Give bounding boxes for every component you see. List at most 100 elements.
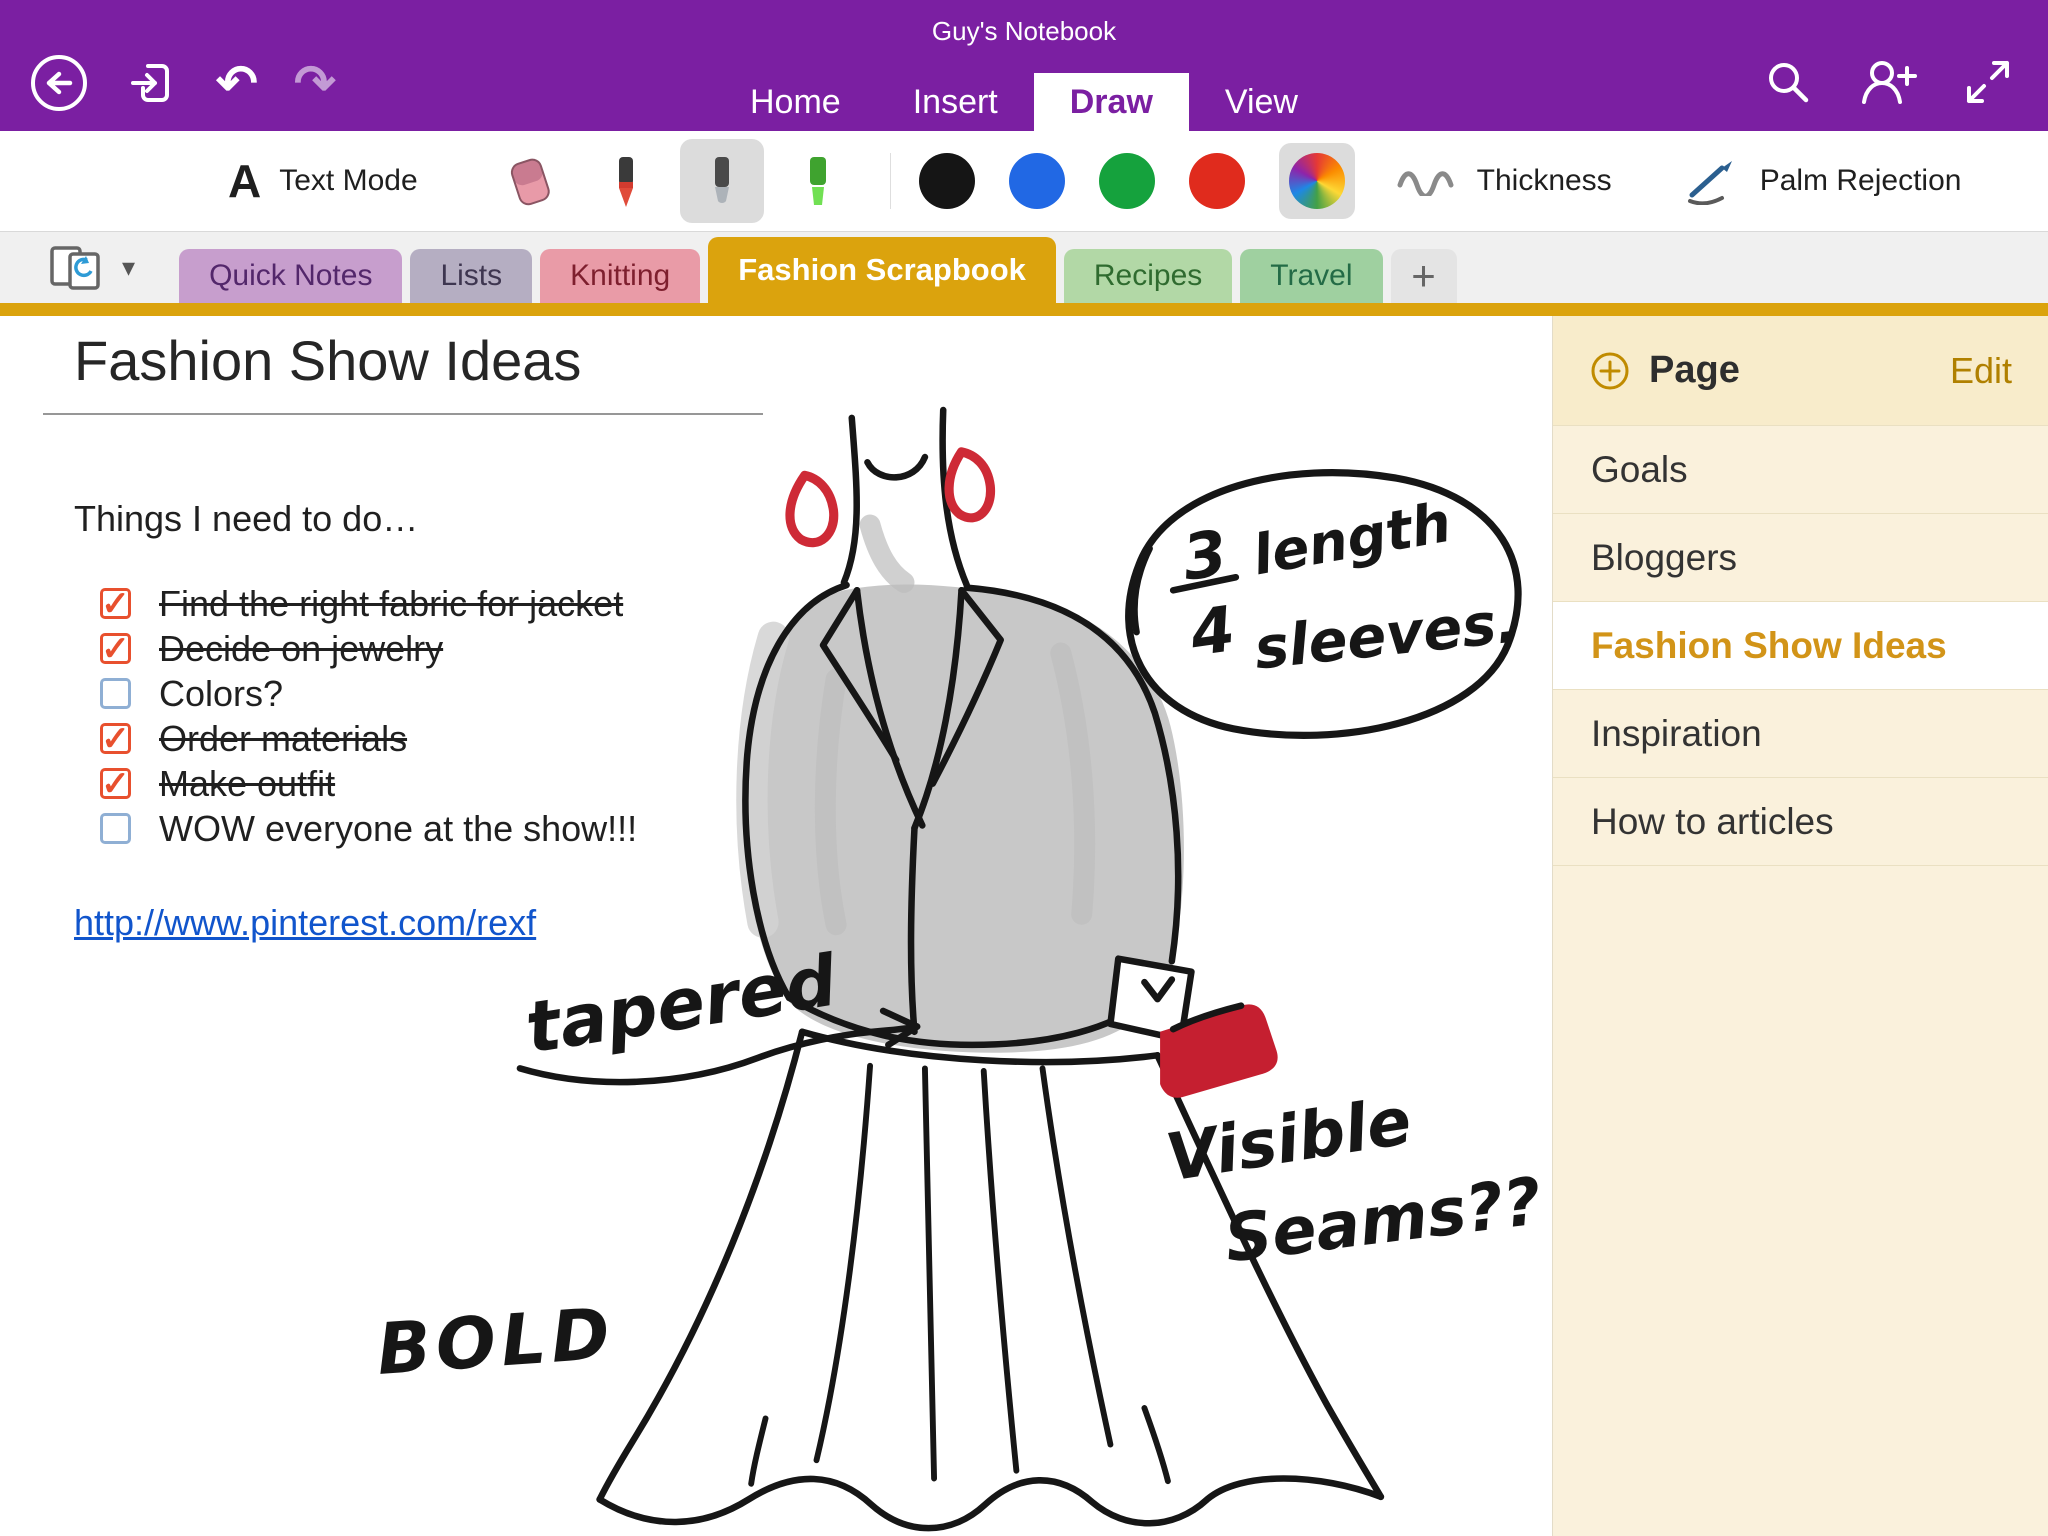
header-left-actions: ↶ ↷ <box>28 52 336 114</box>
thickness-icon <box>1395 166 1461 196</box>
svg-text:length: length <box>1248 490 1456 588</box>
svg-text:3: 3 <box>1178 516 1231 594</box>
highlighter-tool[interactable] <box>776 139 860 223</box>
sidebar-page-fashion-show-ideas[interactable]: Fashion Show Ideas <box>1553 602 2048 690</box>
title-underline <box>43 413 763 415</box>
search-button[interactable] <box>1762 56 1814 108</box>
section-tab-recipes[interactable]: Recipes <box>1064 249 1232 303</box>
todo-list: ✓ Find the right fabric for jacket ✓ Dec… <box>100 586 637 846</box>
palm-rejection-button[interactable]: Palm Rejection <box>1682 157 1962 205</box>
notebook-switcher-icon <box>44 240 114 296</box>
todo-item: ✓ Decide on jewelry <box>100 631 637 666</box>
todo-item: ✓ Order materials <box>100 721 637 756</box>
add-page-icon[interactable] <box>1589 350 1631 392</box>
section-tabbar: ▾ Quick Notes Lists Knitting Fashion Scr… <box>0 232 2048 303</box>
add-person-icon <box>1858 56 1918 108</box>
thickness-button[interactable]: Thickness <box>1395 164 1612 198</box>
add-page-label[interactable]: Page <box>1649 349 1950 392</box>
svg-text:sleeves.: sleeves. <box>1251 588 1521 682</box>
section-tab-fashion-scrapbook[interactable]: Fashion Scrapbook <box>708 237 1056 303</box>
svg-text:tapered: tapered <box>520 939 843 1069</box>
sidebar-page-inspiration[interactable]: Inspiration <box>1553 690 2048 778</box>
export-icon <box>126 56 180 110</box>
highlighter-icon <box>786 149 850 213</box>
todo-checkbox-unchecked[interactable] <box>100 678 131 709</box>
svg-text:4: 4 <box>1185 592 1239 670</box>
share-people-button[interactable] <box>1858 56 1918 108</box>
section-tab-knitting[interactable]: Knitting <box>540 249 700 303</box>
todo-checkbox-checked[interactable]: ✓ <box>100 588 131 619</box>
svg-text:Seams??: Seams?? <box>1221 1163 1546 1277</box>
search-icon <box>1762 56 1814 108</box>
draw-toolbar: A Text Mode <box>0 131 2048 232</box>
export-button[interactable] <box>126 56 180 110</box>
sidebar-header: Page Edit <box>1553 316 2048 426</box>
svg-text:Visible: Visible <box>1161 1083 1416 1197</box>
header-right-actions <box>1762 56 2014 108</box>
notebook-switcher-button[interactable]: ▾ <box>44 240 135 296</box>
red-pen-tool[interactable] <box>584 139 668 223</box>
section-tab-quick-notes[interactable]: Quick Notes <box>179 249 402 303</box>
back-button[interactable] <box>28 52 90 114</box>
todo-label: Make outfit <box>159 763 335 805</box>
redo-button[interactable]: ↷ <box>294 58 336 108</box>
tab-home[interactable]: Home <box>714 73 877 131</box>
section-tab-lists[interactable]: Lists <box>410 249 532 303</box>
intro-text: Things I need to do… <box>74 498 418 540</box>
gray-pen-tool[interactable] <box>680 139 764 223</box>
add-section-button[interactable]: + <box>1391 249 1457 303</box>
toolbar-divider <box>890 153 891 209</box>
text-mode-a-glyph: A <box>228 154 261 208</box>
svg-text:BOLD: BOLD <box>374 1293 617 1391</box>
section-tab-travel[interactable]: Travel <box>1240 249 1382 303</box>
thickness-label: Thickness <box>1477 164 1612 198</box>
todo-checkbox-checked[interactable]: ✓ <box>100 633 131 664</box>
color-green-swatch[interactable] <box>1099 153 1155 209</box>
rainbow-swatch-icon <box>1289 153 1345 209</box>
todo-label: Decide on jewelry <box>159 628 443 670</box>
todo-item: WOW everyone at the show!!! <box>100 811 637 846</box>
sidebar-page-bloggers[interactable]: Bloggers <box>1553 514 2048 602</box>
color-blue-swatch[interactable] <box>1009 153 1065 209</box>
palm-rejection-icon <box>1682 157 1744 205</box>
back-icon <box>28 52 90 114</box>
text-mode-button[interactable]: A Text Mode <box>228 154 418 208</box>
color-red-swatch[interactable] <box>1189 153 1245 209</box>
undo-button[interactable]: ↶ <box>216 58 258 108</box>
page-title: Fashion Show Ideas <box>74 328 581 393</box>
todo-item: ✓ Find the right fabric for jacket <box>100 586 637 621</box>
edit-pages-button[interactable]: Edit <box>1950 350 2012 392</box>
sidebar-page-goals[interactable]: Goals <box>1553 426 2048 514</box>
todo-checkbox-unchecked[interactable] <box>100 813 131 844</box>
sidebar-page-how-to-articles[interactable]: How to articles <box>1553 778 2048 866</box>
ribbon-tabs: Home Insert Draw View <box>714 73 1334 131</box>
todo-label: Order materials <box>159 718 407 760</box>
color-picker-button[interactable] <box>1279 143 1355 219</box>
text-mode-label: Text Mode <box>279 164 417 198</box>
expand-icon <box>1962 56 2014 108</box>
section-accent-bar <box>0 303 2048 316</box>
tab-insert[interactable]: Insert <box>877 73 1034 131</box>
eraser-tool[interactable] <box>488 139 572 223</box>
todo-checkbox-checked[interactable]: ✓ <box>100 768 131 799</box>
palm-rejection-label: Palm Rejection <box>1760 164 1962 198</box>
todo-checkbox-checked[interactable]: ✓ <box>100 723 131 754</box>
tab-draw[interactable]: Draw <box>1034 73 1189 131</box>
page-sidebar: Page Edit Goals Bloggers Fashion Show Id… <box>1552 316 2048 1536</box>
pinterest-link[interactable]: http://www.pinterest.com/rexf <box>74 902 536 944</box>
todo-label: Colors? <box>159 673 283 715</box>
todo-label: WOW everyone at the show!!! <box>159 808 637 850</box>
todo-label: Find the right fabric for jacket <box>159 583 623 625</box>
fullscreen-button[interactable] <box>1962 56 2014 108</box>
chevron-down-icon: ▾ <box>122 252 135 283</box>
tab-view[interactable]: View <box>1189 73 1334 131</box>
notebook-title: Guy's Notebook <box>0 0 2048 47</box>
red-pen-icon <box>594 149 658 213</box>
todo-item: Colors? <box>100 676 637 711</box>
note-canvas[interactable]: Fashion Show Ideas Things I need to do… … <box>0 316 1552 1536</box>
app-header: ↶ ↷ Guy's Notebook Home Insert Draw View <box>0 0 2048 131</box>
gray-pen-icon <box>690 149 754 213</box>
todo-item: ✓ Make outfit <box>100 766 637 801</box>
color-black-swatch[interactable] <box>919 153 975 209</box>
eraser-icon <box>498 149 562 213</box>
